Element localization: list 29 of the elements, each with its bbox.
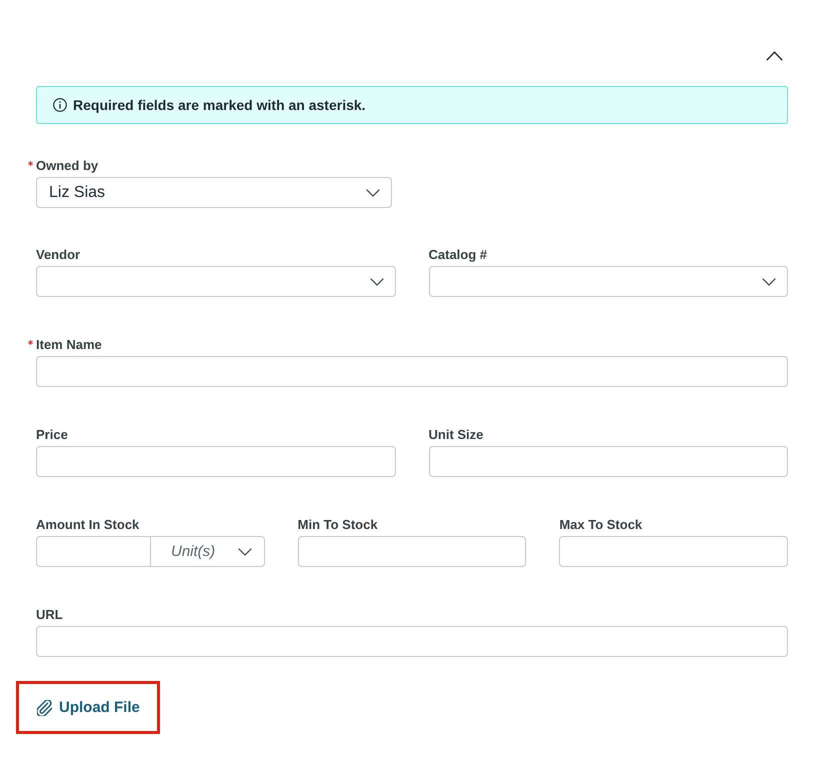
dropdown-field[interactable] (428, 266, 788, 297)
input-field[interactable] (428, 446, 788, 477)
field-label: Unit Size (428, 427, 484, 443)
input-field[interactable] (298, 536, 526, 567)
input-field[interactable] (36, 536, 151, 567)
chevron-down-icon (238, 548, 252, 556)
input-field[interactable] (559, 536, 788, 567)
field-label: Item Name (36, 337, 102, 353)
input-field[interactable] (36, 356, 788, 387)
chevron-down-icon (366, 188, 380, 196)
unit-dropdown[interactable]: Unit(s) (151, 536, 265, 567)
notice-text: Required fields are marked with an asterisk. (73, 97, 366, 113)
input-field[interactable] (36, 446, 396, 477)
field-label: Catalog # (428, 247, 488, 263)
field-label: URL (36, 607, 63, 623)
field-label: Owned by (36, 158, 98, 174)
chevron-down-icon (762, 278, 776, 286)
field-label: Vendor (36, 247, 80, 263)
input-field[interactable] (36, 626, 788, 657)
field-label: Max To Stock (559, 517, 642, 533)
dropdown-field[interactable]: Liz Sias (36, 177, 392, 208)
chevron-down-icon (370, 278, 384, 286)
field-label: Price (36, 427, 68, 443)
dropdown-field[interactable] (36, 266, 396, 297)
chevron-up-icon[interactable] (766, 51, 783, 61)
paperclip-icon (37, 700, 52, 716)
info-icon (53, 98, 67, 112)
field-label: Amount In Stock (36, 517, 140, 533)
field-label: Min To Stock (298, 517, 378, 533)
